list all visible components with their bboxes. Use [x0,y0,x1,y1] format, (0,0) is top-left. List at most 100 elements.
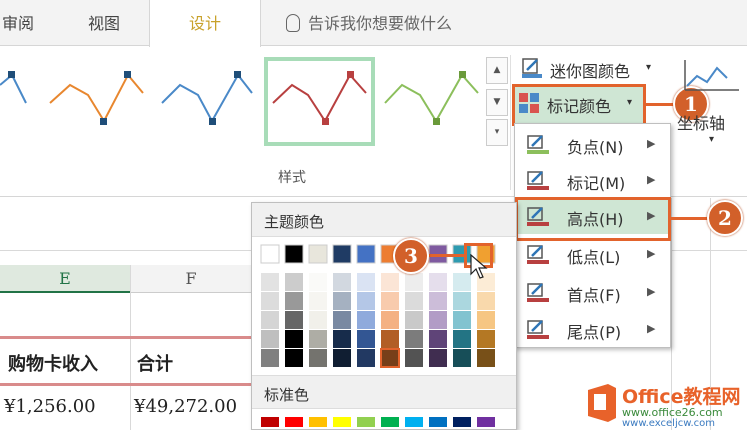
styles-group-label: 样式 [278,170,306,186]
axis-label: 坐标轴 [677,114,726,133]
menu-item-markers[interactable]: 标记(M) ▶ [515,164,670,198]
tint-color-swatch[interactable] [333,292,351,310]
tint-color-swatch[interactable] [285,349,303,367]
tint-color-swatch[interactable] [261,292,279,310]
tint-color-swatch[interactable] [333,311,351,329]
tint-color-swatch[interactable] [333,330,351,348]
theme-color-swatch[interactable] [284,244,304,264]
tint-color-swatch[interactable] [429,273,447,291]
tint-color-swatch[interactable] [285,330,303,348]
standard-color-swatch[interactable] [429,417,447,427]
tint-color-swatch[interactable] [357,349,375,367]
tint-color-swatch[interactable] [477,330,495,348]
header-cell-total[interactable]: 合计 [137,350,173,376]
tint-color-swatch[interactable] [333,349,351,367]
tab-review[interactable]: 审阅 [2,10,34,34]
menu-item-negative-points[interactable]: 负点(N) ▶ [515,128,670,162]
standard-color-swatch[interactable] [285,417,303,427]
tint-color-swatch[interactable] [333,273,351,291]
tint-color-swatch[interactable] [309,292,327,310]
standard-color-swatch[interactable] [357,417,375,427]
tint-color-swatch[interactable] [309,273,327,291]
menu-item-first-point[interactable]: 首点(F) ▶ [515,276,670,310]
tint-color-swatch[interactable] [285,292,303,310]
value-cell-total[interactable]: ¥49,272.00 [134,396,237,417]
chevron-right-icon: ▶ [647,322,656,335]
style-thumbnail-1[interactable] [0,71,27,104]
tint-color-swatch[interactable] [453,311,471,329]
gallery-scroll-up-button[interactable]: ▲ [486,57,508,84]
tint-color-swatch[interactable] [453,349,471,367]
theme-color-swatch[interactable] [308,244,328,264]
callout-highlight-1 [512,84,646,126]
tint-color-swatch[interactable] [429,330,447,348]
sparkline-color-button[interactable]: 迷你图颜色 ▾ [518,56,658,82]
tint-color-swatch[interactable] [405,330,423,348]
style-thumbnail-5[interactable] [384,71,479,125]
tint-color-swatch[interactable] [405,349,423,367]
mouse-cursor-icon [470,254,488,279]
color-swatch-grid[interactable] [252,203,516,429]
tint-color-swatch[interactable] [453,330,471,348]
standard-color-swatch[interactable] [453,417,471,427]
tint-color-swatch[interactable] [429,311,447,329]
standard-color-swatch[interactable] [333,417,351,427]
tint-color-swatch[interactable] [477,311,495,329]
tint-color-swatch[interactable] [477,292,495,310]
tint-color-swatch[interactable] [380,348,400,368]
tint-color-swatch[interactable] [261,273,279,291]
tint-color-swatch[interactable] [357,330,375,348]
standard-color-swatch[interactable] [381,417,399,427]
style-thumbnail-3[interactable] [161,71,253,125]
tint-color-swatch[interactable] [381,311,399,329]
tint-color-swatch[interactable] [285,273,303,291]
tint-color-swatch[interactable] [453,273,471,291]
tint-color-swatch[interactable] [381,292,399,310]
tint-color-swatch[interactable] [309,349,327,367]
theme-color-swatch[interactable] [356,244,376,264]
standard-color-swatch[interactable] [405,417,423,427]
pen-icon [527,320,549,340]
tint-color-swatch[interactable] [453,292,471,310]
gallery-scroll-down-button[interactable]: ▼ [486,89,508,116]
tint-color-swatch[interactable] [477,349,495,367]
tint-color-swatch[interactable] [285,311,303,329]
chevron-right-icon: ▶ [647,173,656,186]
column-header-f[interactable]: F [131,265,251,293]
tint-color-swatch[interactable] [261,330,279,348]
tint-color-swatch[interactable] [429,292,447,310]
standard-color-swatch[interactable] [261,417,279,427]
menu-item-low-point[interactable]: 低点(L) ▶ [515,238,670,272]
tint-color-swatch[interactable] [405,311,423,329]
tint-color-swatch[interactable] [357,273,375,291]
standard-color-swatch[interactable] [309,417,327,427]
tint-color-swatch[interactable] [261,349,279,367]
tint-color-swatch[interactable] [381,273,399,291]
gallery-more-button[interactable]: ▾ [486,119,508,146]
tint-color-swatch[interactable] [405,273,423,291]
chevron-down-icon: ▾ [646,62,652,73]
tint-color-swatch[interactable] [357,311,375,329]
menu-item-label: 首点(F) [567,286,621,305]
tell-me-box[interactable]: 告诉我你想要做什么 [286,10,452,34]
column-header-e[interactable]: E [0,265,130,293]
style-thumbnail-2[interactable] [49,71,144,125]
axis-button[interactable]: 坐标轴 ▾ [677,52,747,152]
tint-color-swatch[interactable] [309,311,327,329]
style-thumbnail-4-selected[interactable] [264,57,375,146]
theme-color-swatch[interactable] [332,244,352,264]
theme-color-swatch[interactable] [260,244,280,264]
standard-color-swatch[interactable] [477,417,495,427]
tint-color-swatch[interactable] [429,349,447,367]
chevron-down-icon: ▾ [709,134,715,145]
menu-item-last-point[interactable]: 尾点(P) ▶ [515,313,670,347]
header-cell-card-income[interactable]: 购物卡收入 [8,350,98,376]
tab-view[interactable]: 视图 [88,10,120,34]
tint-color-swatch[interactable] [405,292,423,310]
tint-color-swatch[interactable] [261,311,279,329]
tab-design[interactable]: 设计 [149,0,261,47]
tint-color-swatch[interactable] [357,292,375,310]
value-cell-card-income[interactable]: ¥1,256.00 [4,396,96,417]
tint-color-swatch[interactable] [381,330,399,348]
tint-color-swatch[interactable] [309,330,327,348]
